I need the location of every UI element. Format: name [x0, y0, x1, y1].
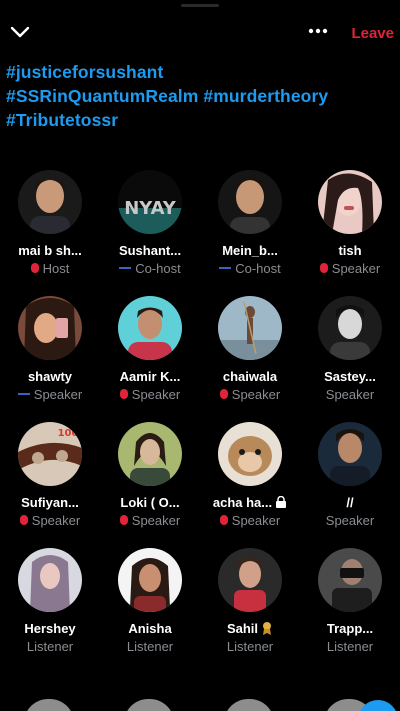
participant-name: shawty — [27, 368, 73, 384]
participant-tile[interactable]: // Speaker — [300, 422, 400, 528]
avatar — [318, 170, 382, 234]
lock-icon — [276, 496, 287, 508]
hashtag-link[interactable]: #justiceforsushant — [6, 62, 163, 82]
hashtag-link[interactable]: #SSRinQuantumRealm — [6, 86, 198, 106]
avatar — [24, 699, 74, 711]
participant-name: // — [346, 494, 354, 510]
participant-tile[interactable]: NYAY Sushant... Co-host — [100, 170, 200, 276]
participant-name: Hershey — [24, 620, 76, 636]
avatar — [118, 548, 182, 612]
participant-role: Listener — [326, 638, 374, 654]
chevron-down-icon[interactable] — [8, 22, 32, 42]
speaking-wave-icon — [17, 393, 30, 395]
medal-icon — [263, 622, 272, 635]
avatar — [18, 170, 82, 234]
participant-tile[interactable]: Hershey Listener — [0, 548, 100, 654]
participant-name: tish — [338, 242, 362, 258]
more-icon[interactable] — [304, 21, 332, 41]
avatar — [18, 296, 82, 360]
avatar — [318, 548, 382, 612]
participant-role: Speaker — [131, 386, 181, 402]
participant-name: Sahil — [226, 620, 259, 636]
participant-name: Trapp... — [326, 620, 374, 636]
hashtag-link[interactable]: #murdertheory — [203, 86, 328, 106]
compose-button[interactable] — [358, 700, 398, 711]
participant-tile[interactable]: tish Speaker — [300, 170, 400, 276]
participant-name: acha ha... — [212, 494, 273, 510]
participant-tile[interactable]: Sahil Listener — [200, 548, 300, 654]
avatar — [124, 699, 174, 711]
participant-tile[interactable]: mai b sh... Host — [0, 170, 100, 276]
participant-role: Co-host — [235, 260, 281, 276]
participant-tile[interactable]: shawty Speaker — [0, 296, 100, 402]
speaking-wave-icon — [219, 267, 232, 269]
mic-muted-icon — [19, 515, 28, 525]
participant-name: Mein_b... — [222, 242, 278, 258]
avatar: NYAY — [118, 170, 182, 234]
mic-muted-icon — [119, 389, 128, 399]
participant-role: Speaker — [231, 512, 281, 528]
top-bar: Leave — [0, 18, 400, 48]
participant-role: Speaker — [325, 512, 375, 528]
participant-role: Speaker — [33, 386, 83, 402]
participant-role: Speaker — [331, 260, 381, 276]
participant-role: Speaker — [31, 512, 81, 528]
avatar — [318, 296, 382, 360]
participant-tile[interactable]: Mein_b... Co-host — [200, 170, 300, 276]
leave-button[interactable]: Leave — [351, 25, 394, 42]
svg-text:100: 100 — [58, 428, 79, 439]
participant-role: Listener — [126, 638, 174, 654]
participant-name: mai b sh... — [18, 242, 82, 258]
avatar — [118, 422, 182, 486]
avatar — [224, 699, 274, 711]
participant-tile[interactable]: 100 Sufiyan... Speaker — [0, 422, 100, 528]
avatar — [218, 170, 282, 234]
participant-name: Loki ( O... — [120, 494, 180, 510]
avatar — [218, 422, 282, 486]
participant-tile[interactable]: Trapp... Listener — [300, 548, 400, 654]
participant-role: Listener — [26, 638, 74, 654]
participant-tile[interactable]: Loki ( O... Speaker — [100, 422, 200, 528]
participant-role: Listener — [226, 638, 274, 654]
avatar — [218, 548, 282, 612]
speaking-wave-icon — [119, 267, 132, 269]
participant-tile[interactable]: acha ha... Speaker — [200, 422, 300, 528]
avatar: 100 — [18, 422, 82, 486]
participant-role: Speaker — [231, 386, 281, 402]
mic-muted-icon — [319, 263, 328, 273]
avatar — [218, 296, 282, 360]
participant-name: Sushant... — [118, 242, 182, 258]
participant-tile[interactable]: Aamir K... Speaker — [100, 296, 200, 402]
participant-name: Aamir K... — [119, 368, 181, 384]
participant-role: Speaker — [131, 512, 181, 528]
participant-role: Co-host — [135, 260, 181, 276]
participant-tile[interactable]: Sastey... Speaker — [300, 296, 400, 402]
sheet-grabber[interactable] — [181, 4, 219, 7]
mic-muted-icon — [119, 515, 128, 525]
participant-name: Sastey... — [324, 368, 376, 384]
mic-muted-icon — [30, 263, 39, 273]
participant-tile[interactable]: Anisha Listener — [100, 548, 200, 654]
avatar — [118, 296, 182, 360]
avatar — [18, 548, 82, 612]
participant-role: Host — [42, 260, 70, 276]
participant-name: Anisha — [128, 620, 172, 636]
participant-name: chaiwala — [222, 368, 278, 384]
participant-tile[interactable]: chaiwala Speaker — [200, 296, 300, 402]
hashtag-link[interactable]: #Tributetossr — [6, 110, 118, 130]
mic-muted-icon — [219, 515, 228, 525]
avatar — [318, 422, 382, 486]
participant-name: Sufiyan... — [21, 494, 79, 510]
space-title-hashtags: #justiceforsushant #SSRinQuantumRealm #m… — [6, 60, 394, 132]
mic-muted-icon — [219, 389, 228, 399]
participant-role: Speaker — [325, 386, 375, 402]
svg-text:NYAY: NYAY — [124, 198, 177, 219]
